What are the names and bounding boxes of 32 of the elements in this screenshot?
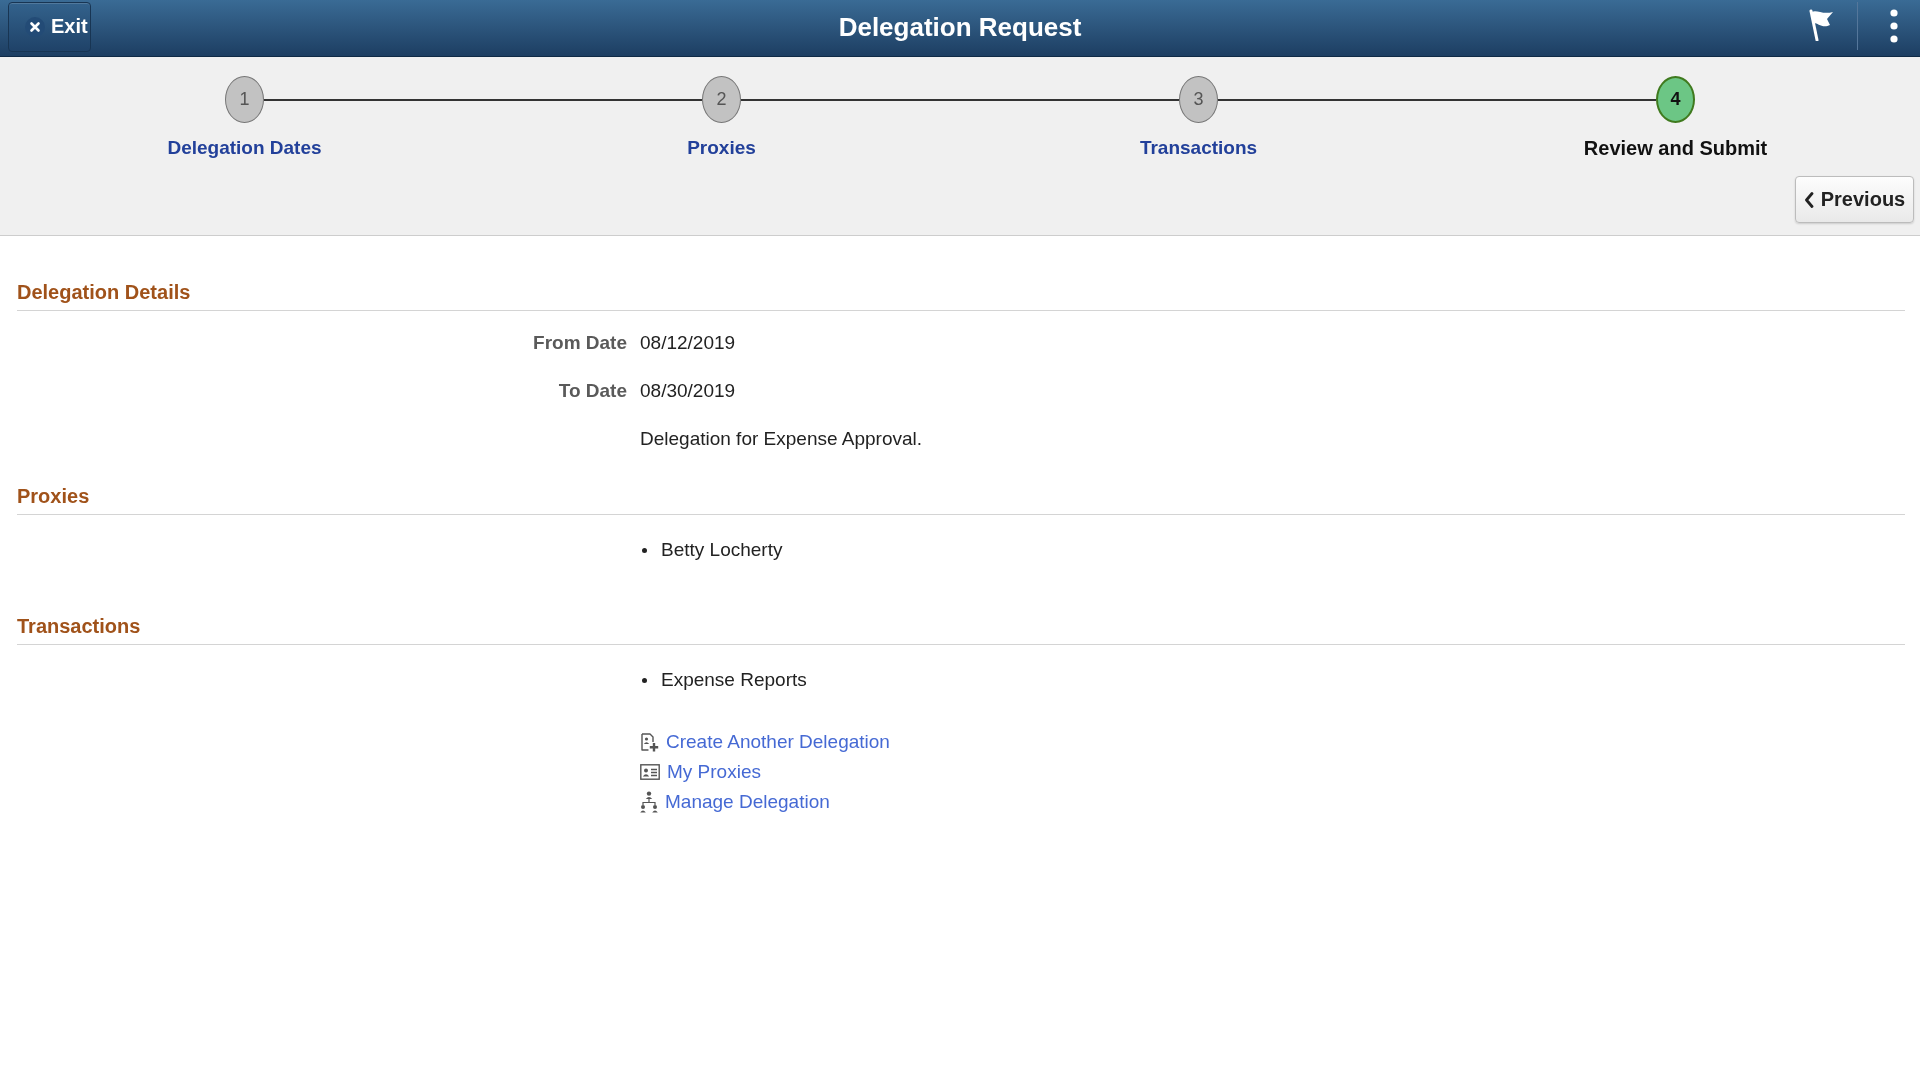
- exit-button[interactable]: Exit: [8, 1, 91, 52]
- field-label: To Date: [558, 379, 627, 403]
- field-label: From Date: [533, 331, 627, 355]
- bullet-icon: [642, 677, 647, 683]
- previous-button[interactable]: Previous: [1795, 176, 1914, 223]
- step-indicator[interactable]: 1: [225, 76, 264, 123]
- section-heading: Delegation Details: [17, 280, 1905, 311]
- field-value: 08/12/2019: [640, 331, 736, 355]
- step-label[interactable]: Transactions: [1139, 136, 1258, 160]
- add-document-icon: [640, 732, 659, 752]
- step-label[interactable]: Delegation Dates: [167, 136, 322, 160]
- action-link[interactable]: Manage Delegation: [665, 790, 830, 814]
- chevron-left-icon: [1803, 191, 1814, 208]
- list-item: Expense Reports: [661, 668, 807, 692]
- section-heading: Proxies: [17, 484, 1905, 515]
- step-indicator[interactable]: 2: [702, 76, 741, 123]
- action-link[interactable]: My Proxies: [667, 760, 761, 784]
- flag-icon[interactable]: [1808, 9, 1834, 41]
- page-title: Delegation Request: [838, 10, 1082, 43]
- field-value: 08/30/2019: [640, 379, 736, 403]
- step-indicator[interactable]: 4: [1656, 76, 1695, 123]
- step-label: Review and Submit: [1583, 136, 1768, 160]
- step-label[interactable]: Proxies: [687, 136, 756, 160]
- id-card-icon: [640, 763, 660, 781]
- step-indicator[interactable]: 3: [1179, 76, 1218, 123]
- org-chart-icon: [640, 791, 658, 813]
- section-heading: Transactions: [17, 614, 1905, 645]
- list-item: Betty Locherty: [661, 538, 783, 562]
- more-options-icon[interactable]: [1890, 9, 1898, 43]
- field-value: Delegation for Expense Approval.: [640, 427, 922, 451]
- action-link[interactable]: Create Another Delegation: [666, 730, 890, 754]
- bullet-icon: [642, 547, 647, 553]
